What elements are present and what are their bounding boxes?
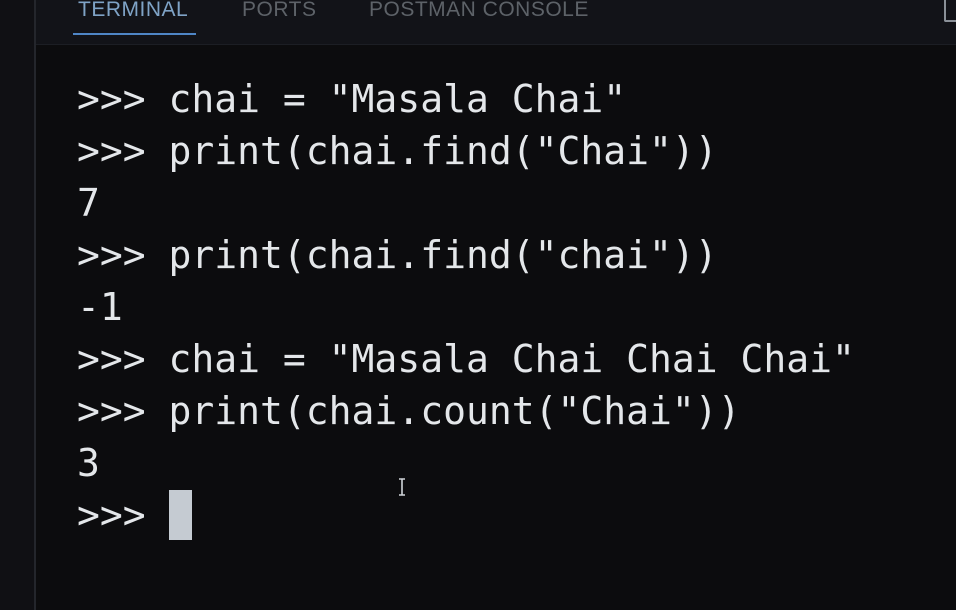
tab-ports[interactable]: PORTS xyxy=(242,0,316,28)
output-text: 3 xyxy=(77,441,100,485)
terminal-line: -1 xyxy=(77,284,937,336)
input-text: print(chai.find("chai")) xyxy=(168,233,718,277)
terminal-line: >>> chai = "Masala Chai" xyxy=(77,76,937,128)
output-text: 7 xyxy=(77,181,100,225)
terminal-cursor xyxy=(168,489,192,540)
terminal-output[interactable]: >>> chai = "Masala Chai" >>> print(chai.… xyxy=(77,76,937,544)
prompt: >>> xyxy=(77,233,146,277)
terminal-line: >>> print(chai.find("chai")) xyxy=(77,232,937,284)
prompt: >>> xyxy=(77,77,146,121)
panel-toggle-icon[interactable] xyxy=(944,0,956,22)
prompt: >>> xyxy=(77,493,146,537)
terminal-line: 7 xyxy=(77,180,937,232)
tab-postman-console[interactable]: POSTMAN CONSOLE xyxy=(369,0,589,28)
prompt: >>> xyxy=(77,129,146,173)
input-text: print(chai.count("Chai")) xyxy=(168,389,741,433)
terminal-line: >>> print(chai.find("Chai")) xyxy=(77,128,937,180)
active-tab-indicator xyxy=(73,33,196,35)
activity-bar xyxy=(0,0,34,610)
panel-divider[interactable] xyxy=(34,0,36,610)
terminal-line: >>> chai = "Masala Chai Chai Chai" xyxy=(77,336,937,388)
terminal-line: >>> print(chai.count("Chai")) xyxy=(77,388,937,440)
output-text: -1 xyxy=(77,285,123,329)
vscode-terminal-panel: TERMINAL PORTS POSTMAN CONSOLE >>> chai … xyxy=(0,0,956,610)
terminal-line: 3 xyxy=(77,440,937,492)
tab-terminal[interactable]: TERMINAL xyxy=(78,0,188,28)
input-text: print(chai.find("Chai")) xyxy=(168,129,718,173)
prompt: >>> xyxy=(77,337,146,381)
text-cursor-icon xyxy=(399,478,405,496)
input-text: chai = "Masala Chai" xyxy=(168,77,627,121)
terminal-input-line[interactable]: >>> xyxy=(77,489,937,544)
panel-tab-bar: TERMINAL PORTS POSTMAN CONSOLE xyxy=(36,0,956,45)
prompt: >>> xyxy=(77,389,146,433)
input-text: chai = "Masala Chai Chai Chai" xyxy=(168,337,855,381)
